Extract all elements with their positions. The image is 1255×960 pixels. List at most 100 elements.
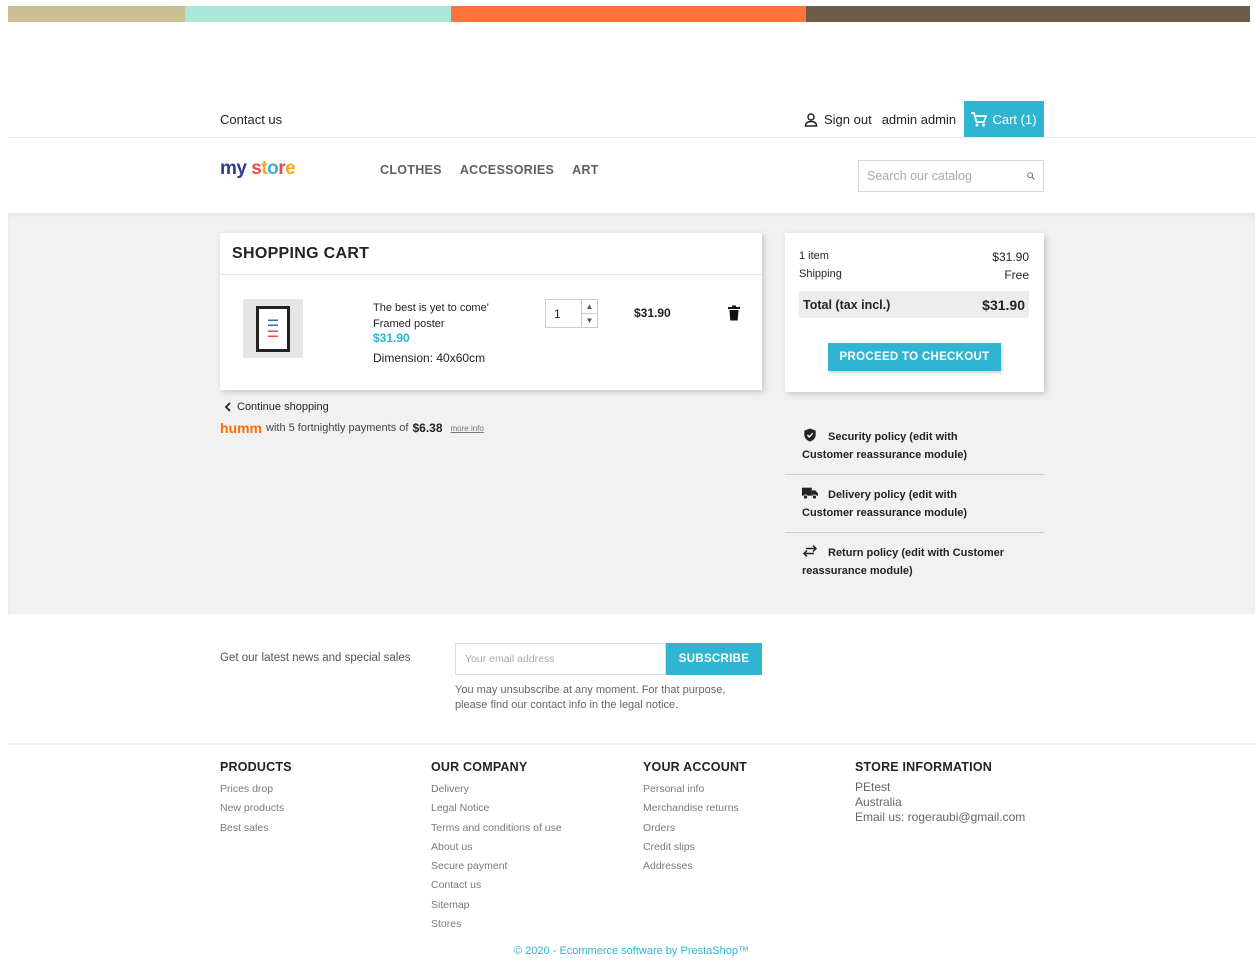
newsletter-note: You may unsubscribe at any moment. For t… <box>455 683 775 713</box>
footer-link-orders[interactable]: Orders <box>643 819 747 838</box>
divider <box>785 474 1044 475</box>
summary-shipping-row: Shipping Free <box>799 268 1029 282</box>
items-subtotal: $31.90 <box>992 250 1029 264</box>
account-name-link[interactable]: admin admin <box>882 112 956 127</box>
color-bar-segment <box>185 6 451 22</box>
store-logo[interactable]: my store <box>220 158 296 180</box>
footer-link-new-products[interactable]: New products <box>220 799 292 818</box>
chevron-up-icon[interactable]: ▲ <box>582 300 597 314</box>
footer-heading: PRODUCTS <box>220 760 292 774</box>
product-dimension: Dimension: 40x60cm <box>373 351 485 365</box>
footer-heading: YOUR ACCOUNT <box>643 760 748 774</box>
proceed-to-checkout-button[interactable]: PROCEED TO CHECKOUT <box>828 343 1001 371</box>
humm-amount: $6.38 <box>412 421 443 435</box>
truck-icon <box>802 487 818 500</box>
sign-out-link[interactable]: Sign out <box>824 112 872 127</box>
chevron-down-icon[interactable]: ▼ <box>582 314 597 327</box>
reassurance-line: Customer reassurance module) <box>802 507 968 519</box>
divider <box>785 532 1044 533</box>
shopping-cart-icon <box>971 111 988 126</box>
newsletter-note-line: please find our contact info in the lega… <box>455 699 679 711</box>
footer-account: YOUR ACCOUNT Personal info Merchandise r… <box>643 760 747 876</box>
reassurance-security[interactable]: Security policy (edit with Customer reas… <box>785 428 1044 464</box>
main-menu: CLOTHES ACCESSORIES ART <box>380 163 599 177</box>
footer-link-contact-us[interactable]: Contact us <box>431 876 562 895</box>
store-email[interactable]: Email us: rogeraubi@gmail.com <box>855 810 1025 825</box>
trash-icon[interactable] <box>727 305 741 321</box>
footer-link-delivery[interactable]: Delivery <box>431 780 562 799</box>
quantity-stepper: 1 ▲ ▼ <box>545 299 598 328</box>
menu-item-clothes[interactable]: CLOTHES <box>380 163 442 177</box>
total-label: Total (tax incl.) <box>803 297 891 312</box>
footer-link-credit-slips[interactable]: Credit slips <box>643 838 747 857</box>
logo-store-letter: s <box>251 158 262 179</box>
footer-link-addresses[interactable]: Addresses <box>643 857 747 876</box>
search-input[interactable] <box>867 169 1017 183</box>
reassurance-line: reassurance module) <box>802 565 913 577</box>
footer-link-legal-notice[interactable]: Legal Notice <box>431 799 562 818</box>
product-name-line: The best is yet to come' <box>373 302 489 314</box>
footer-link-secure-payment[interactable]: Secure payment <box>431 857 562 876</box>
line-total: $31.90 <box>634 306 671 320</box>
cart-button[interactable]: Cart (1) <box>964 101 1044 137</box>
search-icon[interactable] <box>1027 169 1035 183</box>
product-unit-price: $31.90 <box>373 331 410 345</box>
reassurance-delivery[interactable]: Delivery policy (edit with Customer reas… <box>785 486 1044 522</box>
menu-item-art[interactable]: ART <box>572 163 599 177</box>
continue-shopping-link[interactable]: Continue shopping <box>224 401 329 413</box>
reassurance-line: Return policy (edit with Customer <box>802 544 1044 562</box>
copyright-link[interactable]: © 2020 - Ecommerce software by PrestaSho… <box>0 945 1255 957</box>
store-name: PEtest <box>855 780 891 794</box>
footer-link-terms[interactable]: Terms and conditions of use <box>431 819 562 838</box>
humm-logo: humm <box>220 420 262 436</box>
footer-link-sitemap[interactable]: Sitemap <box>431 896 562 915</box>
color-bar <box>8 6 1250 22</box>
footer-link-stores[interactable]: Stores <box>431 915 562 934</box>
cart-summary-card: 1 item $31.90 Shipping Free Total (tax i… <box>785 233 1044 392</box>
contact-us-link[interactable]: Contact us <box>220 112 282 127</box>
newsletter-label: Get our latest news and special sales <box>220 652 411 664</box>
footer-link-personal-info[interactable]: Personal info <box>643 780 747 799</box>
footer-link-prices-drop[interactable]: Prices drop <box>220 780 292 799</box>
shield-check-icon <box>804 428 816 442</box>
user-info: Sign out admin admin <box>804 112 956 127</box>
total-value: $31.90 <box>982 296 1025 313</box>
quantity-input[interactable]: 1 <box>546 300 581 327</box>
product-name[interactable]: The best is yet to come' Framed poster <box>373 300 489 332</box>
logo-store-letter: e <box>285 158 296 179</box>
footer-heading: OUR COMPANY <box>431 760 528 774</box>
search-box <box>858 160 1044 192</box>
subscribe-button[interactable]: SUBSCRIBE <box>666 643 762 675</box>
newsletter-note-line: You may unsubscribe at any moment. For t… <box>455 684 726 696</box>
reassurance-line: Customer reassurance module) <box>802 449 968 461</box>
footer-link-merchandise-returns[interactable]: Merchandise returns <box>643 799 747 818</box>
footer-heading: STORE INFORMATION <box>855 760 992 774</box>
color-bar-segment <box>8 6 185 22</box>
swap-arrows-icon <box>802 544 818 558</box>
reassurance-line-text: Security policy (edit with <box>828 431 958 443</box>
reassurance-line-text: Delivery policy (edit with <box>828 489 957 501</box>
footer-store-info: STORE INFORMATION PEtest Australia Email… <box>855 760 1025 825</box>
reassurance-line: Delivery policy (edit with <box>802 486 1044 504</box>
humm-more-info-link[interactable]: more info <box>451 424 484 433</box>
reassurance-line: Security policy (edit with <box>802 428 1044 446</box>
reassurance-return[interactable]: Return policy (edit with Customer reassu… <box>785 544 1044 580</box>
shipping-label: Shipping <box>799 268 842 280</box>
cart-label: Cart (1) <box>992 111 1037 127</box>
footer-link-best-sales[interactable]: Best sales <box>220 819 292 838</box>
product-name-line: Framed poster <box>373 318 445 330</box>
top-nav: Contact us Sign out admin admin Cart (1) <box>8 100 1255 138</box>
product-thumbnail[interactable]: ▬▬ ▬▬ ▬▬ ▬▬ <box>243 299 303 358</box>
user-icon <box>804 112 818 127</box>
items-count: 1 item <box>799 250 829 262</box>
footer-company: OUR COMPANY Delivery Legal Notice Terms … <box>431 760 562 934</box>
newsletter-email-input[interactable] <box>455 643 666 675</box>
color-bar-segment <box>451 6 806 22</box>
logo-store-letter: o <box>267 158 279 179</box>
menu-item-accessories[interactable]: ACCESSORIES <box>460 163 554 177</box>
poster-image: ▬▬ ▬▬ ▬▬ ▬▬ <box>256 305 290 352</box>
footer-link-about-us[interactable]: About us <box>431 838 562 857</box>
quantity-arrows: ▲ ▼ <box>581 300 597 327</box>
chevron-left-icon <box>224 402 231 412</box>
humm-text: with 5 fortnightly payments of <box>266 422 409 434</box>
